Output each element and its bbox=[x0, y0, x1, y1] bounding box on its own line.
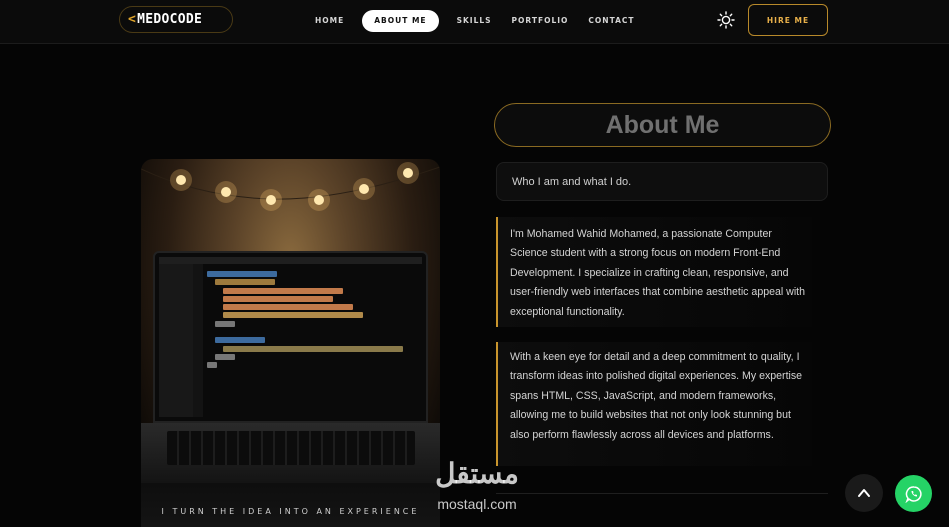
divider bbox=[496, 493, 828, 494]
navbar: < MEDOCODE HOME ABOUT ME SKILLS PORTFOLI… bbox=[0, 0, 949, 44]
page-title: About Me bbox=[605, 110, 720, 139]
laptop-keyboard bbox=[141, 423, 440, 483]
hire-me-button[interactable]: HIRE ME bbox=[748, 4, 828, 36]
nav-portfolio[interactable]: PORTFOLIO bbox=[502, 10, 579, 32]
nav-home[interactable]: HOME bbox=[305, 10, 354, 32]
logo[interactable]: < MEDOCODE bbox=[119, 6, 233, 33]
about-paragraph-1: I'm Mohamed Wahid Mohamed, a passionate … bbox=[496, 217, 812, 327]
subtitle: Who I am and what I do. bbox=[512, 175, 632, 188]
about-photo: I TURN THE IDEA INTO AN EXPERIENCE bbox=[141, 159, 440, 527]
whatsapp-icon bbox=[904, 485, 922, 503]
whatsapp-button[interactable] bbox=[895, 475, 932, 512]
logo-text: MEDOCODE bbox=[137, 12, 203, 27]
scroll-top-button[interactable] bbox=[845, 474, 883, 512]
nav-links: HOME ABOUT ME SKILLS PORTFOLIO CONTACT bbox=[305, 10, 645, 32]
subtitle-box: Who I am and what I do. bbox=[496, 162, 828, 201]
nav-about-me[interactable]: ABOUT ME bbox=[362, 10, 439, 32]
laptop-screen bbox=[153, 251, 428, 423]
about-paragraph-2: With a keen eye for detail and a deep co… bbox=[496, 342, 812, 466]
tagline: I TURN THE IDEA INTO AN EXPERIENCE bbox=[161, 507, 420, 516]
about-title-box: About Me bbox=[494, 103, 831, 147]
sun-icon[interactable] bbox=[717, 11, 735, 29]
string-lights bbox=[141, 162, 440, 211]
code-editor bbox=[159, 257, 422, 417]
watermark-arabic: مستقل bbox=[435, 458, 519, 489]
nav-contact[interactable]: CONTACT bbox=[578, 10, 644, 32]
logo-bracket: < bbox=[128, 12, 137, 27]
nav-skills[interactable]: SKILLS bbox=[447, 10, 502, 32]
watermark-latin: mostaql.com bbox=[437, 496, 517, 512]
chevron-up-icon bbox=[858, 489, 870, 497]
